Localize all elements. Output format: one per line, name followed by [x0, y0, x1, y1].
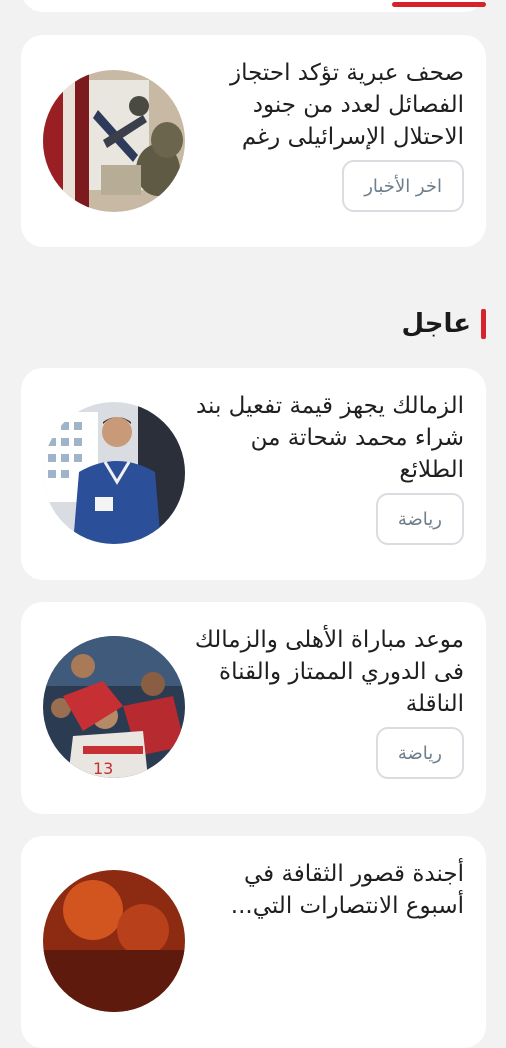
player-photo-image: [43, 402, 185, 544]
news-card[interactable]: صحف عبرية تؤكد احتجاز الفصائل لعدد من جن…: [21, 35, 486, 247]
news-thumbnail: [43, 870, 185, 1012]
news-card[interactable]: أجندة قصور الثقافة في أسبوع الانتصارات ا…: [21, 836, 486, 1048]
accent-bar: [392, 2, 486, 7]
event-photo-image: [43, 870, 185, 1012]
news-thumbnail: [43, 70, 185, 212]
news-title[interactable]: أجندة قصور الثقافة في أسبوع الانتصارات ا…: [189, 858, 464, 922]
section-accent-bar: [481, 309, 486, 339]
category-tag[interactable]: اخر الأخبار: [342, 160, 464, 212]
soldiers-photo-image: [43, 70, 185, 212]
news-thumbnail: 13: [43, 636, 185, 778]
category-tag[interactable]: رياضة: [375, 727, 464, 779]
news-card[interactable]: الزمالك يجهز قيمة تفعيل بند شراء محمد شح…: [21, 368, 486, 580]
news-thumbnail: [43, 402, 185, 544]
news-card[interactable]: 13 موعد مباراة الأهلى والزمالك فى الدوري…: [21, 602, 486, 814]
svg-text:13: 13: [93, 759, 113, 778]
section-title: عاجل: [401, 309, 471, 339]
news-title[interactable]: موعد مباراة الأهلى والزمالك فى الدوري ال…: [189, 624, 464, 720]
news-title[interactable]: صحف عبرية تؤكد احتجاز الفصائل لعدد من جن…: [189, 57, 464, 153]
section-header: عاجل: [402, 306, 486, 342]
news-title[interactable]: الزمالك يجهز قيمة تفعيل بند شراء محمد شح…: [189, 390, 464, 486]
category-tag[interactable]: رياضة: [375, 493, 464, 545]
team-celebration-photo-image: 13: [43, 636, 185, 778]
